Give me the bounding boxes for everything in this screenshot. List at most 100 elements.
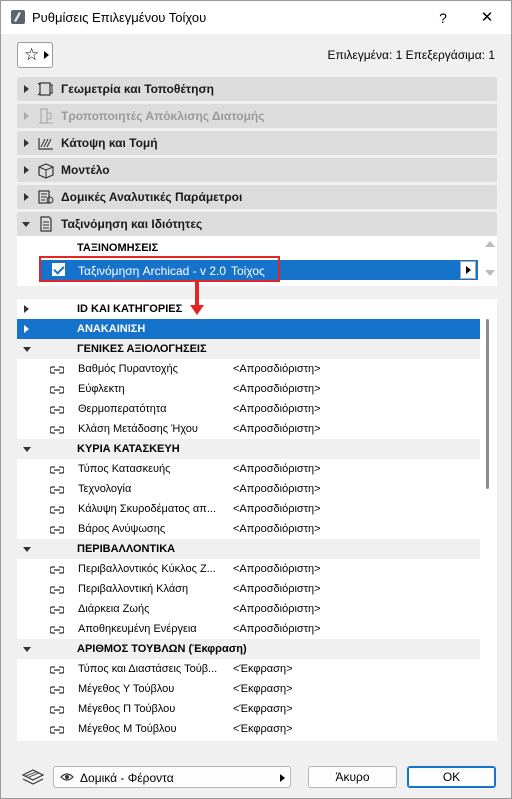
property-group-label: ΑΡΙΘΜΟΣ ΤΟΥΒΛΩΝ (Έκφραση)	[77, 643, 247, 655]
property-row[interactable]: Κλάση Μετάδοσης Ήχου <Απροσδιόριστη>	[17, 419, 480, 439]
section-structural-analytical[interactable]: Δομικές Αναλυτικές Παράμετροι	[17, 185, 497, 209]
property-group-row[interactable]: ΓΕΝΙΚΕΣ ΑΞΙΟΛΟΓΗΣΕΙΣ	[17, 339, 480, 359]
property-row[interactable]: Διάρκεια Ζωής <Απροσδιόριστη>	[17, 599, 480, 619]
expand-arrow-icon	[24, 85, 29, 93]
geometry-icon	[37, 82, 53, 96]
property-row[interactable]: Κάλυψη Σκυροδέματος απ... <Απροσδιόριστη>	[17, 499, 480, 519]
link-icon	[49, 504, 65, 514]
property-name: Αποθηκευμένη Ενέργεια	[78, 623, 197, 635]
property-row[interactable]: Τύπος και Διαστάσεις Τούβ... <Έκφραση>	[17, 659, 480, 679]
property-group-row[interactable]: ΚΥΡΙΑ ΚΑΤΑΣΚΕΥΗ	[17, 439, 480, 459]
collapse-arrow-icon[interactable]	[23, 647, 31, 652]
section-model[interactable]: Μοντέλο	[17, 158, 497, 182]
link-icon	[49, 424, 65, 434]
property-name: Εύφλεκτη	[78, 383, 125, 395]
property-row[interactable]: Τεχνολογία <Απροσδιόριστη>	[17, 479, 480, 499]
section-label: Γεωμετρία και Τοποθέτηση	[61, 82, 214, 96]
link-icon	[49, 704, 65, 714]
help-button[interactable]: ?	[433, 8, 453, 28]
property-row[interactable]: Αποθηκευμένη Ενέργεια <Απροσδιόριστη>	[17, 619, 480, 639]
classification-icon	[40, 216, 52, 232]
property-value[interactable]: <Απροσδιόριστη>	[233, 363, 321, 375]
profile-modifier-icon	[39, 108, 53, 124]
property-value[interactable]: <Έκφραση>	[233, 703, 293, 715]
property-group-row[interactable]: ID ΚΑΙ ΚΑΤΗΓΟΡΙΕΣ	[17, 299, 480, 319]
property-value[interactable]: <Απροσδιόριστη>	[233, 503, 321, 515]
property-group-label: ΑΝΑΚΑΙΝΙΣΗ	[77, 323, 146, 335]
property-value[interactable]: <Έκφραση>	[233, 723, 293, 735]
section-classification-properties[interactable]: Ταξινόμηση και Ιδιότητες	[17, 212, 497, 236]
section-geometry[interactable]: Γεωμετρία και Τοποθέτηση	[17, 77, 497, 101]
layer-icon	[21, 769, 45, 785]
property-value[interactable]: <Απροσδιόριστη>	[233, 523, 321, 535]
link-icon	[49, 364, 65, 374]
cancel-button[interactable]: Άκυρο	[308, 766, 397, 788]
section-profile-modifiers: Τροποποιητές Απόκλισης Διατομής	[17, 104, 497, 128]
eye-icon	[60, 773, 74, 781]
property-group-label: ΚΥΡΙΑ ΚΑΤΑΣΚΕΥΗ	[77, 443, 180, 455]
property-row[interactable]: Εύφλεκτη <Απροσδιόριστη>	[17, 379, 480, 399]
property-row[interactable]: Μέγεθος Υ Τούβλου <Έκφραση>	[17, 679, 480, 699]
window-title: Ρυθμίσεις Επιλεγμένου Τοίχου	[32, 10, 207, 25]
expand-arrow-icon	[24, 112, 29, 120]
property-name: Βαθμός Πυραντοχής	[78, 363, 178, 375]
property-row[interactable]: Βαθμός Πυραντοχής <Απροσδιόριστη>	[17, 359, 480, 379]
section-floorplan-section[interactable]: Κάτοψη και Τομή	[17, 131, 497, 155]
property-name: Περιβαλλοντικός Κύκλος Ζ...	[78, 563, 216, 575]
property-group-row[interactable]: ΑΡΙΘΜΟΣ ΤΟΥΒΛΩΝ (Έκφραση)	[17, 639, 480, 659]
link-icon	[49, 724, 65, 734]
collapse-arrow-icon[interactable]	[23, 447, 31, 452]
classification-menu-button[interactable]	[460, 261, 476, 279]
property-name: Μέγεθος Μ Τούβλου	[78, 723, 177, 735]
property-value[interactable]: <Έκφραση>	[233, 663, 293, 675]
property-row[interactable]: Περιβαλλοντικός Κύκλος Ζ... <Απροσδιόριστ…	[17, 559, 480, 579]
property-group-row[interactable]: ΑΝΑΚΑΙΝΙΣΗ	[17, 319, 480, 339]
favorites-button[interactable]: ☆	[17, 42, 53, 68]
expand-arrow-icon[interactable]	[24, 325, 29, 333]
expand-arrow-icon	[24, 166, 29, 174]
property-value[interactable]: <Απροσδιόριστη>	[233, 423, 321, 435]
expand-arrow-icon	[24, 139, 29, 147]
archicad-app-icon	[11, 10, 25, 24]
property-name: Μέγεθος Υ Τούβλου	[78, 683, 175, 695]
link-icon	[49, 404, 65, 414]
property-value[interactable]: <Απροσδιόριστη>	[233, 463, 321, 475]
highlight-box	[39, 256, 280, 282]
link-icon	[49, 604, 65, 614]
property-name: Τύπος και Διαστάσεις Τούβ...	[78, 663, 218, 675]
property-row[interactable]: Βάρος Ανύψωσης <Απροσδιόριστη>	[17, 519, 480, 539]
property-name: Κλάση Μετάδοσης Ήχου	[78, 423, 198, 435]
property-group-label: ΠΕΡΙΒΑΛΛΟΝΤΙΚΑ	[77, 543, 176, 555]
property-row[interactable]: Τύπος Κατασκευής <Απροσδιόριστη>	[17, 459, 480, 479]
property-row[interactable]: Θερμοπερατότητα <Απροσδιόριστη>	[17, 399, 480, 419]
property-value[interactable]: <Απροσδιόριστη>	[233, 403, 321, 415]
property-value[interactable]: <Απροσδιόριστη>	[233, 623, 321, 635]
collapse-arrow-icon[interactable]	[23, 547, 31, 552]
property-group-row[interactable]: ΠΕΡΙΒΑΛΛΟΝΤΙΚΑ	[17, 539, 480, 559]
expand-arrow-icon	[24, 193, 29, 201]
layer-dropdown[interactable]: Δομικά - Φέροντα	[53, 766, 291, 788]
link-icon	[49, 624, 65, 634]
collapse-arrow-icon[interactable]	[23, 347, 31, 352]
property-row[interactable]: Περιβαλλοντική Κλάση <Απροσδιόριστη>	[17, 579, 480, 599]
scroll-up-icon[interactable]	[485, 241, 495, 247]
property-row[interactable]: Μέγεθος Π Τούβλου <Έκφραση>	[17, 699, 480, 719]
properties-scrollbar[interactable]	[486, 319, 489, 489]
property-value[interactable]: <Απροσδιόριστη>	[233, 603, 321, 615]
ok-button[interactable]: OK	[407, 766, 496, 788]
properties-list: ID ΚΑΙ ΚΑΤΗΓΟΡΙΕΣ ΑΝΑΚΑΙΝΙΣΗ ΓΕΝΙΚΕΣ ΑΞΙΟΛ…	[17, 299, 497, 741]
property-value[interactable]: <Απροσδιόριστη>	[233, 383, 321, 395]
property-value[interactable]: <Απροσδιόριστη>	[233, 483, 321, 495]
link-icon	[49, 664, 65, 674]
close-button[interactable]: ✕	[475, 8, 499, 28]
expand-arrow-icon[interactable]	[24, 305, 29, 313]
property-value[interactable]: <Έκφραση>	[233, 683, 293, 695]
property-value[interactable]: <Απροσδιόριστη>	[233, 563, 321, 575]
property-row[interactable]: Μέγεθος Μ Τούβλου <Έκφραση>	[17, 719, 480, 739]
property-value[interactable]: <Απροσδιόριστη>	[233, 583, 321, 595]
arrow-right-icon	[44, 51, 49, 59]
property-name: Βάρος Ανύψωσης	[78, 523, 166, 535]
scroll-down-icon[interactable]	[485, 270, 495, 276]
property-group-label: ΓΕΝΙΚΕΣ ΑΞΙΟΛΟΓΗΣΕΙΣ	[77, 343, 207, 355]
property-name: Μέγεθος Π Τούβλου	[78, 703, 176, 715]
